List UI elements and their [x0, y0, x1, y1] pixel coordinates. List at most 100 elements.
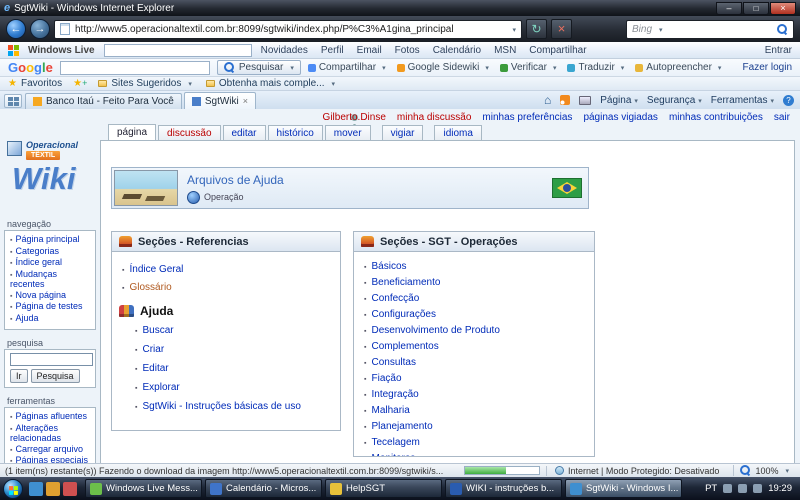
sidebar-tool-link[interactable]: Carregar arquivo	[10, 445, 93, 456]
security-zone[interactable]: Internet | Modo Protegido: Desativado	[546, 466, 727, 476]
section-link[interactable]: Editar	[135, 363, 334, 376]
favorites-button[interactable]: Favoritos	[8, 78, 62, 89]
tray-icon[interactable]	[753, 484, 762, 493]
address-dropdown-icon[interactable]	[509, 24, 516, 35]
command-bar-button[interactable]: Segurança	[647, 95, 702, 106]
browser-search-box[interactable]: Bing	[626, 20, 794, 39]
section-link[interactable]: Explorar	[135, 382, 334, 395]
language-indicator[interactable]: PT	[705, 483, 717, 494]
section-link[interactable]: Complementos	[364, 339, 588, 355]
stop-button[interactable]	[551, 19, 572, 39]
wiki-page-tab[interactable]: editar	[223, 125, 266, 140]
section-link[interactable]: Monitores	[364, 451, 588, 457]
minimize-button[interactable]	[716, 2, 742, 15]
browser-tab[interactable]: Banco Itaú - Feito Para Você	[25, 93, 182, 109]
browser-tab[interactable]: SgtWiki	[184, 92, 256, 109]
search-button[interactable]: Pesquisa	[31, 369, 80, 383]
section-link[interactable]: SgtWiki - Instruções básicas de uso	[135, 401, 334, 414]
quick-launch-icon[interactable]	[63, 482, 77, 496]
section-link[interactable]: Configurações	[364, 307, 588, 323]
command-bar-button[interactable]: Página	[600, 95, 638, 106]
sidebar-link[interactable]: Ajuda	[10, 314, 93, 325]
command-bar-button[interactable]: Ferramentas	[711, 95, 774, 106]
section-link[interactable]: Fiação	[364, 371, 588, 387]
back-button[interactable]	[6, 19, 26, 39]
taskbar-window-button[interactable]: SgtWiki - Windows I...	[565, 479, 682, 498]
user-menu-link[interactable]: minha discussão	[397, 112, 471, 123]
section-link[interactable]: Básicos	[364, 259, 588, 275]
taskbar-window-button[interactable]: HelpSGT	[325, 479, 442, 498]
zoom-control[interactable]: 100%	[733, 465, 795, 476]
close-button[interactable]	[770, 2, 796, 15]
quick-tabs-button[interactable]	[4, 94, 22, 108]
live-toolbar-link[interactable]: Compartilhar	[529, 45, 586, 56]
close-tab-icon[interactable]	[243, 96, 248, 106]
banner-title[interactable]: Arquivos de Ajuda	[187, 173, 284, 187]
search-dropdown-icon[interactable]	[656, 24, 663, 35]
user-menu-link[interactable]: páginas vigiadas	[583, 112, 658, 123]
wiki-page-tab[interactable]: mover	[325, 125, 371, 140]
user-menu-link[interactable]: minhas preferências	[482, 112, 572, 123]
wiki-page-tab[interactable]: histórico	[268, 125, 323, 140]
favorites-bar-item[interactable]: Obtenha mais comple...	[206, 78, 335, 89]
live-toolbar-link[interactable]: Perfil	[321, 45, 344, 56]
wiki-page-tab[interactable]: vigiar	[382, 125, 424, 140]
section-link[interactable]: Consultas	[364, 355, 588, 371]
google-toolbar-item[interactable]: Compartilhar	[308, 62, 386, 73]
sidebar-link[interactable]: Nova página	[10, 291, 93, 302]
taskbar-window-button[interactable]: Windows Live Mess...	[85, 479, 202, 498]
google-toolbar-item[interactable]: Google Sidewiki	[397, 62, 489, 73]
sign-in-link[interactable]: Entrar	[765, 45, 792, 56]
taskbar-window-button[interactable]: Calendário - Micros...	[205, 479, 322, 498]
wiki-logo[interactable]: Operacional TÊXTIL Wiki	[0, 135, 100, 217]
section-link[interactable]: Integração	[364, 387, 588, 403]
sidebar-tool-link[interactable]: Páginas especiais	[10, 456, 93, 463]
live-toolbar-link[interactable]: Fotos	[395, 45, 420, 56]
sidebar-link[interactable]: Categorias	[10, 247, 93, 258]
favorites-bar-item[interactable]: Sites Sugeridos	[98, 78, 192, 89]
brazil-flag-icon[interactable]	[552, 178, 582, 198]
tray-icon[interactable]	[738, 484, 747, 493]
section-link[interactable]: Confecção	[364, 291, 588, 307]
print-icon[interactable]	[579, 96, 591, 105]
section-link[interactable]: Glossário	[122, 282, 334, 295]
section-link[interactable]: Buscar	[135, 325, 334, 338]
quick-launch-icon[interactable]	[46, 482, 60, 496]
wiki-page-tab[interactable]: idioma	[434, 125, 481, 140]
section-link[interactable]: Tecelagem	[364, 435, 588, 451]
title-bar[interactable]: SgtWiki - Windows Internet Explorer	[0, 0, 800, 16]
wiki-page-tab[interactable]: página	[108, 124, 156, 140]
live-toolbar-link[interactable]: Email	[357, 45, 382, 56]
wiki-search-input[interactable]	[10, 353, 93, 366]
wiki-page-tab[interactable]: discussão	[158, 125, 220, 140]
section-link[interactable]: Malharia	[364, 403, 588, 419]
start-button[interactable]	[3, 479, 23, 499]
section-link[interactable]: Planejamento	[364, 419, 588, 435]
tray-icon[interactable]	[723, 484, 732, 493]
sidebar-tool-link[interactable]: Alterações relacionadas	[10, 424, 93, 444]
sidebar-link[interactable]: Página de testes	[10, 302, 93, 313]
search-icon[interactable]	[777, 24, 788, 35]
live-toolbar-link[interactable]: Novidades	[261, 45, 308, 56]
taskbar-window-button[interactable]: WIKI - instruções b...	[445, 479, 562, 498]
google-toolbar-item[interactable]: Verificar	[500, 62, 557, 73]
sidebar-link[interactable]: Mudanças recentes	[10, 270, 93, 290]
maximize-button[interactable]	[743, 2, 769, 15]
live-toolbar-link[interactable]: MSN	[494, 45, 516, 56]
go-button[interactable]: Ir	[10, 369, 28, 383]
section-link[interactable]: Desenvolvimento de Produto	[364, 323, 588, 339]
google-toolbar-item[interactable]: Autopreencher	[635, 62, 721, 73]
sidebar-link[interactable]: Índice geral	[10, 258, 93, 269]
google-login-link[interactable]: Fazer login	[743, 62, 792, 73]
google-search-input[interactable]	[60, 61, 210, 75]
quick-launch-icon[interactable]	[29, 482, 43, 496]
user-menu-link[interactable]: minhas contribuições	[669, 112, 763, 123]
home-icon[interactable]	[544, 93, 551, 107]
user-menu-link[interactable]: sair	[774, 112, 790, 123]
user-menu-link[interactable]: Gilberto.Dinse	[323, 112, 386, 123]
live-toolbar-link[interactable]: Calendário	[433, 45, 481, 56]
forward-button[interactable]	[30, 19, 50, 39]
section-link[interactable]: Criar	[135, 344, 334, 357]
add-favorite-icon[interactable]	[73, 78, 87, 89]
clock[interactable]: 19:29	[768, 483, 792, 494]
